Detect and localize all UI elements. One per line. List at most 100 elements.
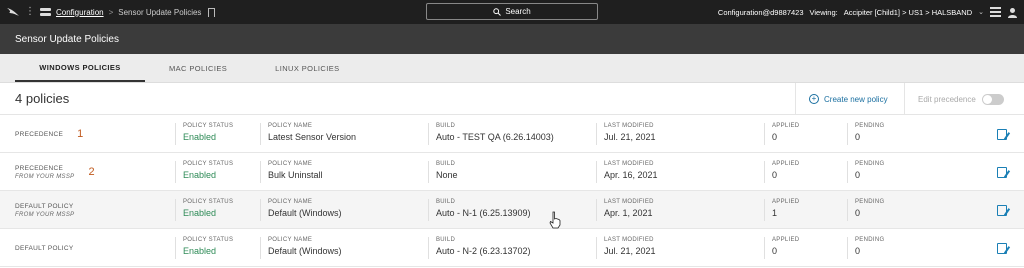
notes-icon[interactable]	[990, 7, 1001, 17]
build-header: BUILD	[436, 123, 456, 129]
column-divider	[175, 237, 176, 259]
column-divider	[428, 237, 429, 259]
pending-header: PENDING	[855, 199, 885, 205]
hand-cursor-icon	[549, 211, 561, 229]
status-header: POLICY STATUS	[183, 123, 234, 129]
edit-policy-icon[interactable]	[997, 167, 1007, 178]
precedence-label: DEFAULT POLICY	[15, 202, 74, 210]
os-tabs: WINDOWS POLICIES MAC POLICIES LINUX POLI…	[0, 54, 1024, 83]
column-divider	[260, 161, 261, 183]
chevron-down-icon[interactable]: ⌄	[978, 8, 984, 16]
breadcrumb-separator: >	[108, 7, 114, 17]
column-divider	[428, 199, 429, 221]
precedence-cell: DEFAULT POLICY	[15, 229, 175, 267]
policy-name[interactable]: Bulk Uninstall	[268, 170, 323, 180]
edit-policy-icon[interactable]	[997, 243, 1007, 254]
status-header: POLICY STATUS	[183, 161, 234, 167]
edit-precedence-label: Edit precedence	[918, 94, 976, 104]
breadcrumb-configuration[interactable]: Configuration	[56, 8, 104, 17]
applied-value: 0	[772, 170, 778, 180]
edit-policy-icon[interactable]	[997, 129, 1007, 140]
status-value: Enabled	[183, 170, 217, 180]
edit-policy-icon[interactable]	[997, 205, 1007, 216]
applied-header: APPLIED	[772, 161, 800, 167]
table-row[interactable]: PRECEDENCE 1 POLICY STATUS Enabled POLIC…	[0, 115, 1024, 153]
policy-name[interactable]: Latest Sensor Version	[268, 132, 356, 142]
pending-header: PENDING	[855, 237, 885, 243]
modified-value: Apr. 1, 2021	[604, 208, 653, 218]
column-divider	[175, 161, 176, 183]
applied-header: APPLIED	[772, 199, 800, 205]
precedence-label: PRECEDENCE	[15, 164, 64, 172]
search-box[interactable]: Search	[426, 3, 598, 20]
tab-linux-policies[interactable]: LINUX POLICIES	[251, 54, 363, 82]
modified-header: LAST MODIFIED	[604, 237, 654, 243]
search-label: Search	[505, 7, 531, 16]
modified-value: Apr. 16, 2021	[604, 170, 658, 180]
pending-value: 0	[855, 170, 861, 180]
build-header: BUILD	[436, 161, 456, 167]
name-header: POLICY NAME	[268, 123, 313, 129]
policy-name[interactable]: Default (Windows)	[268, 208, 342, 218]
column-divider	[175, 199, 176, 221]
build-cell: BUILD Auto - N-1 (6.25.13909)	[436, 191, 531, 229]
user-icon[interactable]	[1007, 7, 1018, 18]
falcon-logo-icon[interactable]	[6, 6, 20, 18]
policy-toolbar: 4 policies + Create new policy Edit prec…	[0, 83, 1024, 115]
search-icon	[493, 7, 502, 16]
modified-header: LAST MODIFIED	[604, 199, 654, 205]
viewing-context[interactable]: Accipiter [Child1] > US1 > HALSBAND	[844, 8, 972, 17]
column-divider	[847, 237, 848, 259]
user-account[interactable]: Configuration@d9887423	[718, 8, 804, 17]
build-header: BUILD	[436, 199, 456, 205]
table-row[interactable]: PRECEDENCE FROM YOUR MSSP 2 POLICY STATU…	[0, 153, 1024, 191]
top-bar-right: Configuration@d9887423 Viewing: Accipite…	[718, 0, 1024, 24]
applied-header: APPLIED	[772, 123, 800, 129]
column-divider	[175, 123, 176, 145]
name-cell: POLICY NAME Default (Windows)	[268, 191, 342, 229]
precedence-sub: FROM YOUR MSSP	[15, 173, 75, 180]
kebab-icon[interactable]: ⋮	[25, 7, 35, 17]
bookmark-icon[interactable]	[208, 7, 216, 17]
column-divider	[764, 161, 765, 183]
status-header: POLICY STATUS	[183, 237, 234, 243]
status-cell: POLICY STATUS Enabled	[183, 115, 233, 153]
status-value: Enabled	[183, 208, 217, 218]
column-divider	[764, 199, 765, 221]
name-header: POLICY NAME	[268, 199, 313, 205]
column-divider	[596, 237, 597, 259]
column-divider	[847, 199, 848, 221]
modified-header: LAST MODIFIED	[604, 161, 654, 167]
table-row[interactable]: DEFAULT POLICY POLICY STATUS Enabled POL…	[0, 229, 1024, 267]
precedence-number: 1	[77, 128, 84, 140]
top-bar: ⋮ Configuration > Sensor Update Policies…	[0, 0, 1024, 24]
modified-cell: LAST MODIFIED Apr. 16, 2021	[604, 153, 658, 191]
table-row[interactable]: DEFAULT POLICY FROM YOUR MSSP POLICY STA…	[0, 191, 1024, 229]
pending-value: 0	[855, 246, 861, 256]
applied-cell: APPLIED 1	[772, 191, 799, 229]
column-divider	[847, 123, 848, 145]
precedence-sub: FROM YOUR MSSP	[15, 211, 75, 218]
applied-value: 1	[772, 208, 778, 218]
edit-precedence-toggle[interactable]	[981, 93, 1004, 105]
pending-header: PENDING	[855, 161, 885, 167]
name-cell: POLICY NAME Default (Windows)	[268, 229, 342, 267]
modified-value: Jul. 21, 2021	[604, 132, 656, 142]
tab-mac-policies[interactable]: MAC POLICIES	[145, 54, 251, 82]
create-new-policy-button[interactable]: + Create new policy	[795, 83, 905, 115]
page-title: Sensor Update Policies	[15, 33, 119, 45]
status-cell: POLICY STATUS Enabled	[183, 153, 233, 191]
column-divider	[764, 237, 765, 259]
breadcrumb-current: Sensor Update Policies	[118, 7, 202, 17]
precedence-cell: DEFAULT POLICY FROM YOUR MSSP	[15, 191, 175, 229]
tab-windows-policies[interactable]: WINDOWS POLICIES	[15, 54, 145, 82]
policy-name[interactable]: Default (Windows)	[268, 246, 342, 256]
name-header: POLICY NAME	[268, 161, 313, 167]
apps-icon[interactable]	[40, 7, 51, 17]
status-cell: POLICY STATUS Enabled	[183, 229, 233, 267]
column-divider	[260, 237, 261, 259]
precedence-number: 2	[88, 166, 95, 178]
status-value: Enabled	[183, 246, 217, 256]
policy-list: PRECEDENCE 1 POLICY STATUS Enabled POLIC…	[0, 115, 1024, 267]
precedence-label: PRECEDENCE	[15, 130, 64, 138]
